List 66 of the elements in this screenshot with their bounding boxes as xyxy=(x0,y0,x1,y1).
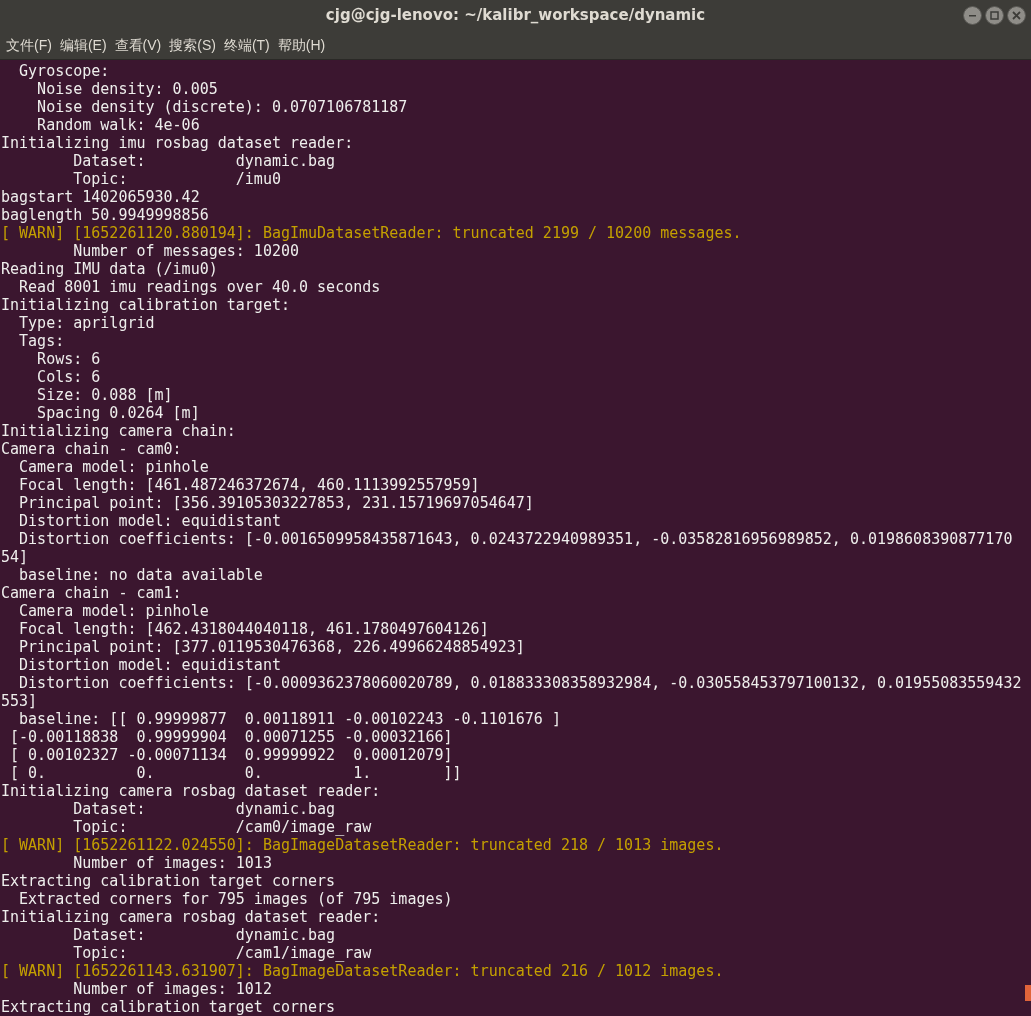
output-line: Principal point: [377.0119530476368, 226.49966248854923] xyxy=(18,638,525,656)
output-line: Number of images: 1013 xyxy=(72,854,272,872)
output-line: [ 0.00102327 -0.00071134 0.99999922 0.00012079] xyxy=(9,746,453,764)
output-line: Dataset: dynamic.bag xyxy=(72,926,336,944)
output-line: Extracting calibration target corners xyxy=(1,998,336,1016)
output-line: Initializing camera rosbag dataset reader: xyxy=(1,782,381,800)
output-line: Camera model: pinhole xyxy=(18,458,209,476)
output-line: Dataset: dynamic.bag xyxy=(72,152,336,170)
output-line: Topic: /imu0 xyxy=(72,170,281,188)
output-line: Noise density: 0.005 xyxy=(36,80,218,98)
output-line: Dataset: dynamic.bag xyxy=(72,800,336,818)
output-line: baseline: no data available xyxy=(18,566,263,584)
menu-item[interactable]: 终端(T) xyxy=(219,34,274,56)
output-line: Distortion coefficients: [-0.0009362378060020789, 0.018833308358932984, -0.030558453797100132, 0.01955083559432 xyxy=(18,674,1022,692)
output-line: Initializing camera rosbag dataset reader: xyxy=(1,908,381,926)
output-line: Gyroscope: xyxy=(18,62,110,80)
output-line: Focal length: [461.487246372674, 460.1113992557959] xyxy=(18,476,480,494)
window-title: cjg@cjg-lenovo: ~/kalibr_workspace/dynamic xyxy=(325,5,706,27)
maximize-button[interactable] xyxy=(985,6,1004,25)
output-line: [-0.00118838 0.99999904 0.00071255 -0.00032166] xyxy=(9,728,453,746)
output-line: Tags: xyxy=(18,332,66,350)
output-line: Initializing calibration target: xyxy=(1,296,290,314)
output-line: Distortion model: equidistant xyxy=(18,512,281,530)
output-line: Spacing 0.0264 [m] xyxy=(36,404,200,422)
warning-line: [ WARN] [1652261143.631907]: BagImageDatasetReader: truncated 216 / 1012 images. xyxy=(1,962,724,980)
output-line: Camera chain - cam0: xyxy=(1,440,182,458)
output-line: Reading IMU data (/imu0) xyxy=(1,260,218,278)
output-line: Distortion coefficients: [-0.0016509958435871643, 0.0243722940989351, -0.03582816956989852, 0.0198608390877170 xyxy=(18,530,1013,548)
output-line: Number of messages: 10200 xyxy=(72,242,299,260)
maximize-icon xyxy=(990,11,999,20)
menu-item[interactable]: 编辑(E) xyxy=(55,34,111,56)
output-line: baglength 50.9949998856 xyxy=(1,206,209,224)
output-line: 54] xyxy=(1,548,29,566)
output-line: 553] xyxy=(1,692,38,710)
output-line: Initializing imu rosbag dataset reader: xyxy=(1,134,354,152)
output-line: Distortion model: equidistant xyxy=(18,656,281,674)
output-line: Size: 0.088 [m] xyxy=(36,386,173,404)
menu-item[interactable]: 文件(F) xyxy=(2,34,56,56)
output-line: Camera chain - cam1: xyxy=(1,584,182,602)
output-line: Extracting calibration target corners xyxy=(1,872,336,890)
menu-item[interactable]: 帮助(H) xyxy=(273,34,330,56)
output-line: Number of images: 1012 xyxy=(72,980,272,998)
output-line: bagstart 1402065930.42 xyxy=(1,188,200,206)
output-line: Camera model: pinhole xyxy=(18,602,209,620)
close-button[interactable] xyxy=(1007,6,1026,25)
warning-line: [ WARN] [1652261120.880194]: BagImuDatasetReader: truncated 2199 / 10200 messages. xyxy=(1,224,742,242)
output-line: baseline: [[ 0.99999877 0.00118911 -0.00102243 -0.1101676 ] xyxy=(18,710,561,728)
cursor-block xyxy=(1025,985,1031,1001)
close-icon xyxy=(1012,11,1021,20)
output-line: Read 8001 imu readings over 40.0 seconds xyxy=(18,278,381,296)
output-line: [ 0. 0. 0. 1. ]] xyxy=(9,764,462,782)
output-line: Random walk: 4e-06 xyxy=(36,116,200,134)
menu-item[interactable]: 搜索(S) xyxy=(165,34,220,56)
output-line: Type: aprilgrid xyxy=(18,314,155,332)
output-line: Noise density (discrete): 0.0707106781187 xyxy=(36,98,408,116)
output-line: Principal point: [356.39105303227853, 231.15719697054647] xyxy=(18,494,534,512)
output-line: Extracted corners for 795 images (of 795 images) xyxy=(18,890,453,908)
minimize-button[interactable] xyxy=(963,6,982,25)
output-line: Topic: /cam1/image_raw xyxy=(72,944,372,962)
output-line: Rows: 6 xyxy=(36,350,101,368)
output-line: Cols: 6 xyxy=(36,368,101,386)
output-line: Focal length: [462.4318044040118, 461.1780497604126] xyxy=(18,620,489,638)
output-line: Topic: /cam0/image_raw xyxy=(72,818,372,836)
output-line: Initializing camera chain: xyxy=(1,422,236,440)
warning-line: [ WARN] [1652261122.024550]: BagImageDatasetReader: truncated 218 / 1013 images. xyxy=(1,836,724,854)
menu-item[interactable]: 查看(V) xyxy=(110,34,166,56)
